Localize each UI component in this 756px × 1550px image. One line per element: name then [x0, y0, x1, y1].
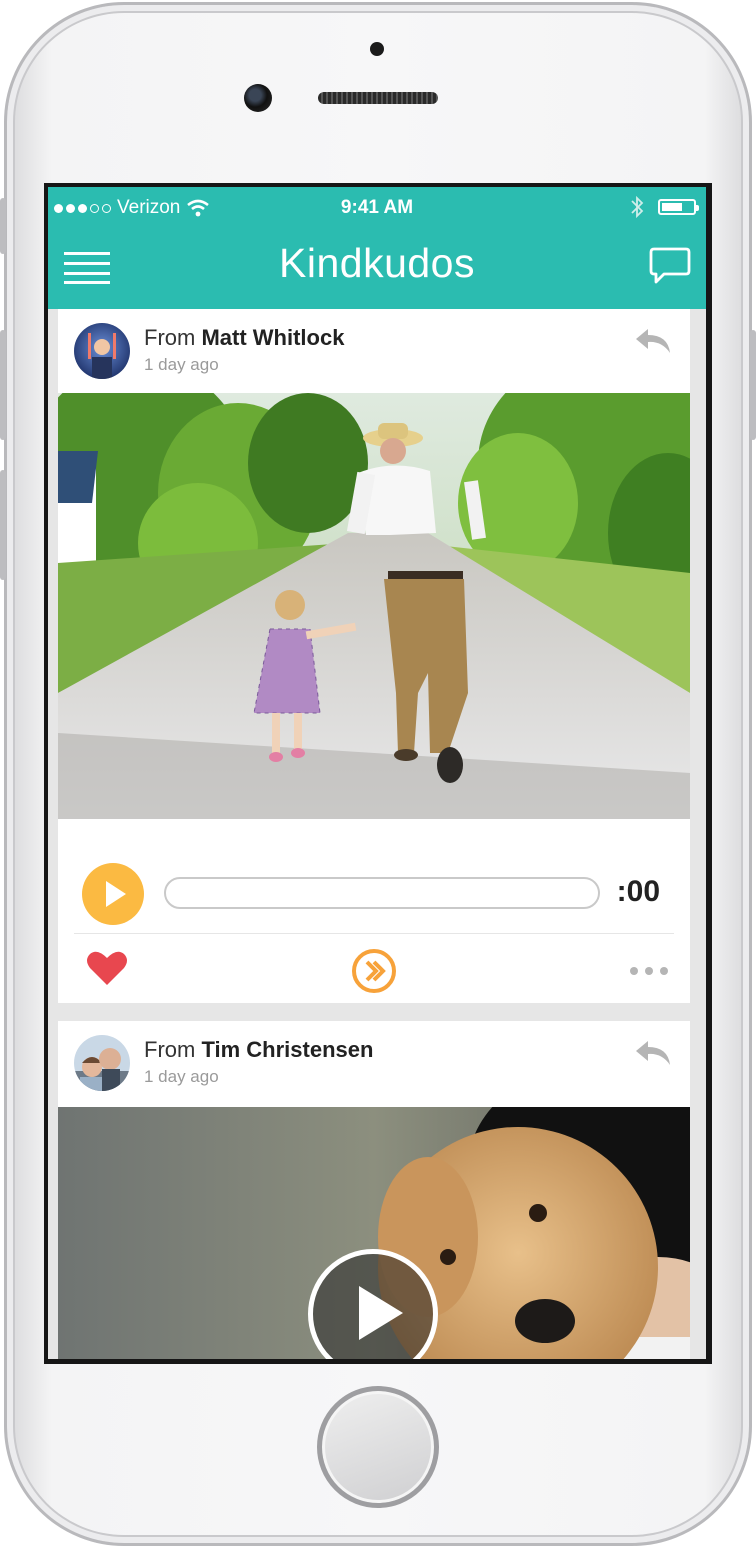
- avatar[interactable]: [74, 1035, 130, 1091]
- sender-line: From Matt Whitlock: [144, 325, 344, 351]
- volume-down-button: [0, 470, 6, 580]
- reply-icon[interactable]: [634, 1039, 672, 1069]
- status-time: 9:41 AM: [340, 197, 414, 218]
- nav-bar: Kindkudos: [48, 231, 706, 309]
- battery-icon: [658, 199, 699, 215]
- post-timestamp: 1 day ago: [144, 355, 219, 374]
- audio-player: :00: [58, 857, 690, 929]
- app-viewport: Verizon 9:41 AM Kindkudos From Matt Whit…: [48, 187, 706, 1359]
- bluetooth-icon: [631, 195, 644, 219]
- proximity-sensor: [370, 42, 384, 56]
- audio-progress-bar[interactable]: [164, 877, 600, 909]
- post-card: From Tim Christensen 1 day ago: [58, 1021, 690, 1359]
- screen: Verizon 9:41 AM Kindkudos From Matt Whit…: [44, 183, 712, 1364]
- home-button[interactable]: [317, 1386, 439, 1508]
- chat-bubble-icon[interactable]: [648, 246, 692, 286]
- post-actions: [58, 939, 690, 999]
- forward-icon[interactable]: [350, 947, 398, 995]
- post-photo[interactable]: [58, 393, 690, 819]
- post-header: From Tim Christensen 1 day ago: [58, 1021, 690, 1105]
- sender-name[interactable]: Tim Christensen: [201, 1037, 373, 1062]
- mute-switch: [0, 198, 6, 254]
- app-title: Kindkudos: [279, 240, 475, 286]
- reply-icon[interactable]: [634, 327, 672, 357]
- sender-line: From Tim Christensen: [144, 1037, 373, 1063]
- audio-duration: :00: [616, 875, 660, 908]
- audio-play-button[interactable]: [82, 863, 144, 925]
- heart-icon[interactable]: [86, 949, 128, 987]
- post-card: From Matt Whitlock 1 day ago:00: [58, 309, 690, 1003]
- earpiece-speaker: [318, 92, 438, 104]
- avatar[interactable]: [74, 323, 130, 379]
- post-video[interactable]: [58, 1107, 690, 1359]
- post-timestamp: 1 day ago: [144, 1067, 219, 1086]
- from-label: From: [144, 1037, 196, 1062]
- front-camera: [244, 84, 272, 112]
- more-icon[interactable]: [630, 967, 668, 975]
- status-bar: Verizon 9:41 AM: [48, 187, 706, 231]
- power-button: [750, 330, 756, 440]
- sender-name[interactable]: Matt Whitlock: [201, 325, 344, 350]
- divider: [74, 933, 674, 934]
- status-right: [630, 195, 699, 219]
- post-header: From Matt Whitlock 1 day ago: [58, 309, 690, 393]
- volume-up-button: [0, 330, 6, 440]
- from-label: From: [144, 325, 196, 350]
